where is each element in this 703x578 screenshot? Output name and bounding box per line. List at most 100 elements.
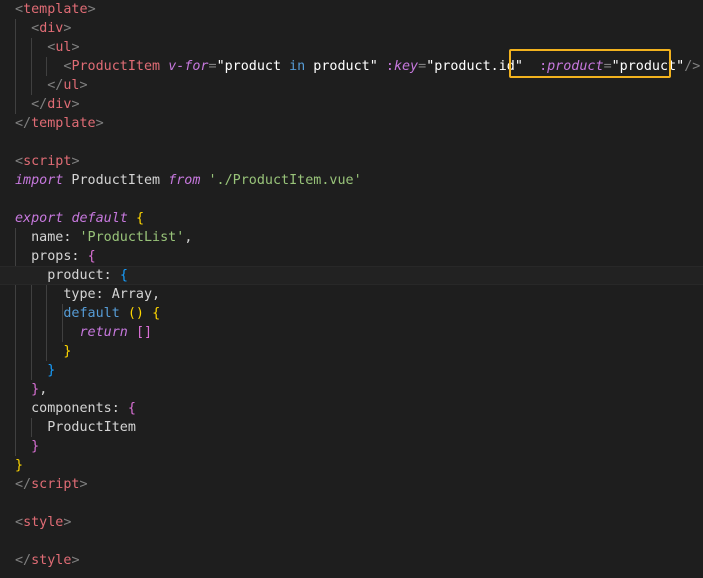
code-token: } [47, 363, 56, 378]
code-line[interactable] [0, 494, 703, 513]
code-line[interactable] [0, 133, 703, 152]
code-token: > [63, 21, 72, 36]
code-token: './ProductItem.vue' [208, 173, 362, 188]
code-token: name: [15, 230, 80, 245]
code-token: import [15, 173, 64, 188]
code-token: from [168, 173, 201, 188]
code-token: , [184, 230, 193, 245]
code-line[interactable] [0, 190, 703, 209]
code-token: = [418, 59, 427, 74]
code-token: props: [15, 249, 88, 264]
code-line[interactable]: <style> [0, 513, 703, 532]
code-line[interactable]: </template> [0, 114, 703, 133]
code-line[interactable]: import ProductItem from './ProductItem.v… [0, 171, 703, 190]
code-line[interactable]: type: Array, [0, 285, 703, 304]
code-line[interactable]: } [0, 342, 703, 361]
code-token: </ [31, 97, 48, 112]
code-token: } [63, 344, 72, 359]
code-line[interactable]: name: 'ProductList', [0, 228, 703, 247]
code-token: { [119, 268, 128, 283]
code-token: </ [15, 477, 32, 492]
code-token: return [79, 325, 128, 340]
code-token: < [15, 515, 24, 530]
code-line[interactable]: props: { [0, 247, 703, 266]
code-token: > [71, 154, 80, 169]
code-token: script [23, 154, 72, 169]
code-line[interactable]: <div> [0, 19, 703, 38]
code-token: 'ProductList' [79, 230, 185, 245]
code-line[interactable]: product: { [0, 266, 703, 285]
code-token: "product [216, 59, 290, 74]
highlight-box [509, 49, 671, 78]
code-token: ul [63, 78, 80, 93]
code-token: v-for [168, 59, 209, 74]
code-token: style [23, 515, 64, 530]
code-token: ProductItem [63, 173, 169, 188]
code-line[interactable]: </div> [0, 95, 703, 114]
code-token: > [87, 2, 96, 17]
code-token: </ [47, 78, 64, 93]
code-token: type: Array, [15, 287, 161, 302]
code-token: template [31, 116, 96, 131]
code-token: { [127, 401, 136, 416]
code-line[interactable]: } [0, 361, 703, 380]
code-token: default [63, 306, 120, 321]
code-line[interactable]: }, [0, 380, 703, 399]
code-token: { [135, 211, 144, 226]
code-token: ul [55, 40, 72, 55]
code-token: } [15, 458, 24, 473]
code-token: template [23, 2, 88, 17]
code-line[interactable]: <template> [0, 0, 703, 19]
code-line[interactable] [0, 532, 703, 551]
code-token: () [127, 306, 144, 321]
code-editor[interactable]: <template> <div> <ul> <ProductItem v-for… [0, 0, 703, 578]
code-token: div [47, 97, 72, 112]
code-line[interactable]: return [] [0, 323, 703, 342]
code-token: > [79, 477, 88, 492]
code-line[interactable]: </ul> [0, 76, 703, 95]
code-token: product: [15, 268, 120, 283]
code-token: </ [15, 116, 32, 131]
code-token: components: [15, 401, 128, 416]
code-token: style [31, 553, 72, 568]
code-token: /> [684, 59, 701, 74]
code-line[interactable]: } [0, 456, 703, 475]
code-line[interactable]: </script> [0, 475, 703, 494]
code-token: > [71, 553, 80, 568]
code-token: in [289, 59, 306, 74]
code-token: < [31, 21, 40, 36]
code-line[interactable]: } [0, 437, 703, 456]
code-line[interactable]: default () { [0, 304, 703, 323]
code-token: > [95, 116, 104, 131]
code-line[interactable]: <script> [0, 152, 703, 171]
code-token: [] [135, 325, 153, 340]
code-token: } [31, 439, 40, 454]
code-token: > [79, 78, 88, 93]
code-line[interactable]: ProductItem [0, 418, 703, 437]
code-token: } [31, 382, 40, 397]
code-token: , [39, 382, 48, 397]
code-line[interactable]: export default { [0, 209, 703, 228]
code-line[interactable]: </style> [0, 551, 703, 570]
code-token: < [15, 154, 24, 169]
code-token: </ [15, 553, 32, 568]
code-token: export [15, 211, 64, 226]
code-token: ProductItem [71, 59, 161, 74]
code-token: > [71, 97, 80, 112]
code-token: = [208, 59, 217, 74]
code-token: > [71, 40, 80, 55]
code-line[interactable]: components: { [0, 399, 703, 418]
